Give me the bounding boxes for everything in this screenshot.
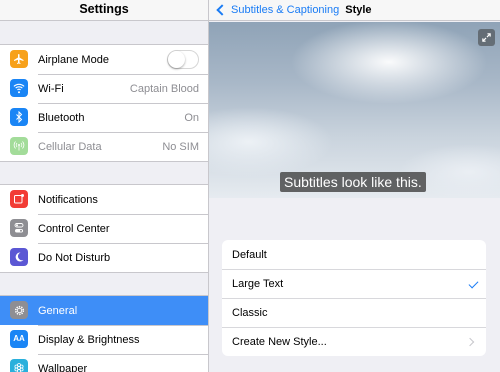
settings-group-connectivity: Airplane Mode Wi-Fi Captain Blood Blueto… <box>0 44 208 162</box>
display-icon: AA <box>10 330 28 348</box>
control-center-icon <box>10 219 28 237</box>
checkmark-icon <box>468 278 479 289</box>
sidebar-item-label: Bluetooth <box>38 112 85 124</box>
notifications-icon <box>10 190 28 208</box>
sidebar-title: Settings <box>0 0 208 21</box>
detail-pane: Subtitles & Captioning Style Subtitles l… <box>209 0 500 372</box>
settings-sidebar: Settings Airplane Mode Wi-Fi Captain Blo… <box>0 0 209 372</box>
sidebar-item-display-brightness[interactable]: AA Display & Brightness <box>0 325 208 354</box>
preview-caption: Subtitles look like this. <box>280 172 426 192</box>
expand-icon[interactable] <box>478 29 495 46</box>
cellular-status-value: No SIM <box>162 141 199 153</box>
settings-group-general: General AA Display & Brightness Wallpape… <box>0 295 208 372</box>
style-option-default[interactable]: Default <box>222 240 486 269</box>
toggle-knob <box>168 51 185 68</box>
sidebar-item-label: Wallpaper <box>38 363 88 372</box>
page-title: Style <box>345 4 372 16</box>
style-options-list: Default Large Text Classic Create New St… <box>222 240 486 356</box>
gear-icon <box>10 301 28 319</box>
sidebar-item-label: Control Center <box>38 223 110 235</box>
sidebar-item-control-center[interactable]: Control Center <box>0 214 208 243</box>
sidebar-item-cellular-data[interactable]: Cellular Data No SIM <box>0 132 208 161</box>
subtitle-preview: Subtitles look like this. <box>209 22 500 198</box>
sidebar-item-label: General <box>38 304 78 317</box>
style-option-label: Large Text <box>232 278 284 290</box>
create-new-style-button[interactable]: Create New Style... <box>222 327 486 356</box>
cellular-icon <box>10 137 28 155</box>
display-icon-text: AA <box>13 334 25 343</box>
wifi-network-value: Captain Blood <box>129 83 199 95</box>
chevron-left-icon <box>216 4 228 16</box>
chevron-right-icon <box>465 337 475 347</box>
bluetooth-icon <box>10 108 28 126</box>
style-option-large-text[interactable]: Large Text <box>222 269 486 298</box>
sidebar-item-label: Airplane Mode <box>38 53 109 66</box>
sidebar-item-label: Wi-Fi <box>38 83 64 95</box>
sidebar-item-notifications[interactable]: Notifications <box>0 185 208 214</box>
settings-group-notifications: Notifications Control Center Do Not Dist… <box>0 184 208 273</box>
sidebar-item-general[interactable]: General <box>0 296 208 325</box>
sidebar-item-do-not-disturb[interactable]: Do Not Disturb <box>0 243 208 272</box>
sidebar-item-wallpaper[interactable]: Wallpaper <box>0 354 208 372</box>
wallpaper-icon <box>10 359 28 372</box>
back-button-label: Subtitles & Captioning <box>231 4 340 16</box>
bluetooth-status-value: On <box>184 112 199 124</box>
airplane-icon <box>10 50 28 68</box>
airplane-mode-toggle[interactable] <box>167 50 199 69</box>
style-option-label: Default <box>232 248 267 261</box>
sidebar-item-label: Display & Brightness <box>38 334 140 346</box>
wifi-icon <box>10 79 28 97</box>
sidebar-item-label: Cellular Data <box>38 141 102 153</box>
style-option-label: Classic <box>232 307 268 319</box>
sidebar-item-airplane-mode[interactable]: Airplane Mode <box>0 45 208 74</box>
sidebar-item-wifi[interactable]: Wi-Fi Captain Blood <box>0 74 208 103</box>
style-option-label: Create New Style... <box>232 336 327 348</box>
sidebar-item-bluetooth[interactable]: Bluetooth On <box>0 103 208 132</box>
sidebar-item-label: Do Not Disturb <box>38 252 111 264</box>
moon-icon <box>10 248 28 266</box>
back-button[interactable]: Subtitles & Captioning <box>215 4 339 16</box>
sidebar-item-label: Notifications <box>38 193 98 206</box>
style-option-classic[interactable]: Classic <box>222 298 486 327</box>
detail-navbar: Subtitles & Captioning Style <box>209 0 500 21</box>
